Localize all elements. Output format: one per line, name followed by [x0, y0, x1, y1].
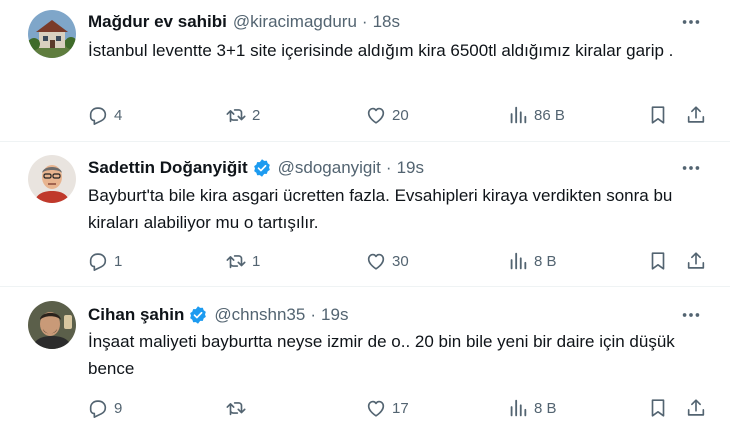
tweet-text: İnşaat maliyeti bayburtta neyse izmir de…	[88, 332, 675, 378]
author-handle[interactable]: @sdoganyigit	[278, 158, 381, 178]
avatar[interactable]	[28, 10, 76, 58]
retweet-icon	[226, 255, 246, 269]
like-button[interactable]: 30	[365, 247, 409, 275]
more-icon[interactable]	[680, 157, 702, 179]
separator: ·	[385, 158, 392, 177]
avatar[interactable]	[28, 301, 76, 349]
reply-button[interactable]: 1	[87, 247, 122, 275]
timestamp[interactable]: 18s	[373, 12, 400, 32]
timestamp[interactable]: 19s	[397, 158, 424, 178]
separator: ·	[310, 305, 317, 324]
reply-icon	[89, 253, 107, 271]
bookmark-button[interactable]	[647, 394, 669, 422]
verified-badge-icon[interactable]	[188, 305, 208, 325]
share-icon	[687, 106, 705, 123]
avatar[interactable]	[28, 155, 76, 203]
author-handle[interactable]: @chnshn35	[214, 305, 305, 325]
verified-badge-icon[interactable]	[252, 158, 272, 178]
views-count: 86 B	[534, 106, 565, 124]
like-count: 20	[392, 106, 409, 124]
bookmark-icon	[651, 399, 665, 417]
views-button[interactable]: 8 B	[507, 247, 557, 275]
tweet-header: Sadettin Doğanyiğit @sdoganyigit · 19s	[88, 157, 424, 179]
share-icon	[687, 252, 705, 269]
share-icon	[687, 399, 705, 416]
reply-icon	[89, 107, 107, 125]
bookmark-button[interactable]	[647, 101, 669, 129]
views-button[interactable]: 86 B	[507, 101, 565, 129]
retweet-button[interactable]: 1	[225, 247, 260, 275]
house-avatar-image	[28, 10, 76, 58]
retweet-count: 2	[252, 106, 261, 124]
tweet-actions: 9 17 8 B	[82, 394, 712, 422]
tweet-header: Mağdur ev sahibi @kiracimagduru · 18s	[88, 11, 400, 33]
views-icon	[510, 252, 527, 270]
retweet-count: 1	[252, 252, 261, 270]
like-icon	[367, 400, 385, 417]
views-icon	[510, 399, 527, 417]
bookmark-button[interactable]	[647, 247, 669, 275]
views-count: 8 B	[534, 252, 557, 270]
retweet-icon	[226, 402, 246, 416]
share-button[interactable]	[685, 394, 707, 422]
retweet-icon	[226, 109, 246, 123]
person-avatar-image	[28, 155, 76, 203]
share-button[interactable]	[685, 101, 707, 129]
like-icon	[367, 107, 385, 124]
bookmark-icon	[651, 106, 665, 124]
reply-button[interactable]: 9	[87, 394, 122, 422]
tweet-actions: 4 2 20 86 B	[82, 101, 712, 129]
views-button[interactable]: 8 B	[507, 394, 557, 422]
reply-button[interactable]: 4	[87, 101, 122, 129]
tweet-1[interactable]: Mağdur ev sahibi @kiracimagduru · 18s İs…	[0, 0, 730, 142]
like-count: 17	[392, 399, 409, 417]
tweet-actions: 1 1 30 8 B	[82, 247, 712, 275]
reply-count: 9	[114, 399, 123, 417]
reply-icon	[89, 400, 107, 418]
like-count: 30	[392, 252, 409, 270]
timestamp[interactable]: 19s	[321, 305, 348, 325]
tweet-3[interactable]: Cihan şahin @chnshn35 · 19s İnşaat maliy…	[0, 287, 730, 420]
share-button[interactable]	[685, 247, 707, 275]
reply-count: 1	[114, 252, 123, 270]
author-name[interactable]: Cihan şahin	[88, 305, 184, 325]
like-button[interactable]: 17	[365, 394, 409, 422]
bookmark-icon	[651, 252, 665, 270]
more-icon[interactable]	[680, 11, 702, 33]
tweet-2[interactable]: Sadettin Doğanyiğit @sdoganyigit · 19s B…	[0, 142, 730, 287]
retweet-button[interactable]	[225, 394, 252, 422]
person-avatar-image	[28, 301, 76, 349]
views-icon	[510, 106, 527, 124]
more-icon[interactable]	[680, 304, 702, 326]
author-name[interactable]: Mağdur ev sahibi	[88, 12, 227, 32]
tweet-text: İstanbul leventte 3+1 site içerisinde al…	[88, 41, 674, 60]
tweet-text: Bayburt'ta bile kira asgari ücretten faz…	[88, 186, 673, 232]
author-handle[interactable]: @kiracimagduru	[233, 12, 357, 32]
author-name[interactable]: Sadettin Doğanyiğit	[88, 158, 248, 178]
retweet-button[interactable]: 2	[225, 101, 260, 129]
views-count: 8 B	[534, 399, 557, 417]
separator: ·	[361, 12, 368, 31]
tweet-header: Cihan şahin @chnshn35 · 19s	[88, 304, 348, 326]
reply-count: 4	[114, 106, 123, 124]
like-icon	[367, 253, 385, 270]
like-button[interactable]: 20	[365, 101, 409, 129]
